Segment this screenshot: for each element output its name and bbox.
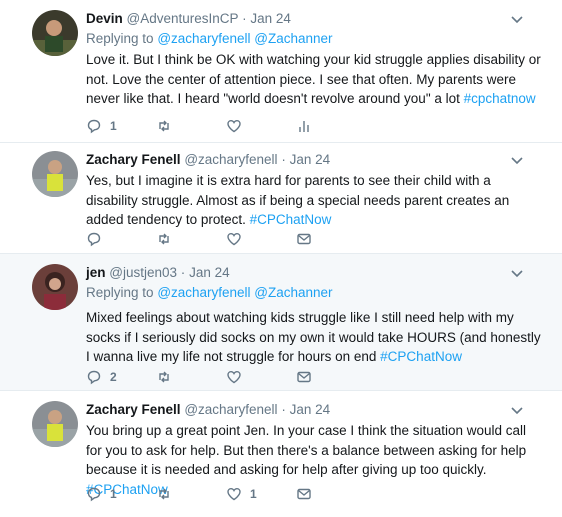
reply-button[interactable]: 1: [86, 118, 156, 134]
retweet-icon: [159, 371, 169, 383]
like-count: 1: [250, 487, 257, 501]
retweet-icon: [159, 488, 169, 500]
retweet-button[interactable]: [156, 486, 226, 502]
separator-dot: ·: [281, 152, 286, 167]
avatar[interactable]: [32, 151, 78, 197]
tweet[interactable]: Devin @AdventuresInCP · Jan 24 Replying …: [0, 0, 562, 143]
display-name[interactable]: Zachary Fenell: [86, 152, 181, 167]
hashtag-link[interactable]: #CPChatNow: [380, 349, 462, 364]
retweet-button[interactable]: [156, 231, 226, 247]
tweet[interactable]: Zachary Fenell @zacharyfenell · Jan 24 Y…: [0, 391, 562, 517]
display-name[interactable]: Zachary Fenell: [86, 402, 181, 417]
avatar[interactable]: [32, 10, 78, 56]
tweet-text: Mixed feelings about watching kids strug…: [86, 308, 542, 367]
tweet[interactable]: Zachary Fenell @zacharyfenell · Jan 24 Y…: [0, 143, 562, 254]
like-button[interactable]: [226, 369, 296, 385]
heart-icon: [227, 119, 241, 133]
retweet-icon: [159, 233, 169, 245]
display-name[interactable]: jen: [86, 265, 106, 280]
retweet-button[interactable]: [156, 118, 226, 134]
heart-icon: [227, 487, 241, 501]
reply-count: 1: [110, 487, 117, 501]
chevron-down-icon[interactable]: [510, 12, 524, 26]
replying-prefix: Replying to: [86, 285, 154, 300]
hashtag-link[interactable]: #cpchatnow: [464, 91, 536, 106]
timestamp[interactable]: Jan 24: [290, 152, 331, 167]
user-handle[interactable]: @zacharyfenell: [184, 152, 277, 167]
tweet-text: Love it. But I think be OK with watching…: [86, 50, 542, 109]
reply-icon: [87, 370, 101, 385]
chevron-down-icon[interactable]: [510, 403, 524, 417]
replying-to: Replying to @zacharyfenell @Zachanner: [86, 284, 542, 302]
analytics-button[interactable]: [296, 118, 366, 134]
tweet-header: Zachary Fenell @zacharyfenell · Jan 24: [86, 401, 542, 419]
replying-to-links[interactable]: @zacharyfenell @Zachanner: [157, 285, 332, 300]
direct-message-button[interactable]: [296, 231, 366, 247]
timestamp[interactable]: Jan 24: [189, 265, 230, 280]
chevron-down-icon[interactable]: [510, 153, 524, 167]
retweet-icon: [159, 120, 169, 132]
tweet-text: Yes, but I imagine it is extra hard for …: [86, 171, 542, 230]
like-button[interactable]: [226, 231, 296, 247]
reply-button[interactable]: 2: [86, 369, 156, 385]
user-handle[interactable]: @AdventuresInCP: [127, 11, 239, 26]
replying-to-links[interactable]: @zacharyfenell @Zachanner: [157, 31, 332, 46]
user-handle[interactable]: @zacharyfenell: [184, 402, 277, 417]
like-button[interactable]: 1: [226, 486, 296, 502]
reply-icon: [87, 487, 101, 502]
chevron-down-icon[interactable]: [510, 266, 524, 280]
separator-dot: ·: [180, 265, 186, 280]
tweet-text-body: You bring up a great point Jen. In your …: [86, 423, 527, 477]
avatar[interactable]: [32, 264, 78, 310]
message-icon: [297, 233, 311, 245]
reply-icon: [87, 119, 101, 134]
analytics-icon: [299, 121, 309, 132]
message-icon: [297, 488, 311, 500]
reply-count: 1: [110, 119, 117, 133]
timestamp[interactable]: Jan 24: [250, 11, 291, 26]
tweet[interactable]: jen @justjen03 · Jan 24 Replying to @zac…: [0, 254, 562, 391]
reply-count: 2: [110, 370, 117, 384]
tweet-text-body: Mixed feelings about watching kids strug…: [86, 310, 541, 364]
tweet-header: jen @justjen03 · Jan 24: [86, 264, 542, 282]
display-name[interactable]: Devin: [86, 11, 123, 26]
direct-message-button[interactable]: [296, 369, 366, 385]
timestamp[interactable]: Jan 24: [290, 402, 331, 417]
tweet-header: Devin @AdventuresInCP · Jan 24: [86, 10, 542, 28]
retweet-button[interactable]: [156, 369, 226, 385]
user-handle[interactable]: @justjen03: [109, 265, 177, 280]
direct-message-button[interactable]: [296, 486, 366, 502]
replying-prefix: Replying to: [86, 31, 154, 46]
separator-dot: ·: [281, 402, 286, 417]
reply-icon: [87, 232, 101, 247]
heart-icon: [227, 370, 241, 384]
timeline: Devin @AdventuresInCP · Jan 24 Replying …: [0, 0, 562, 517]
replying-to: Replying to @zacharyfenell @Zachanner: [86, 30, 542, 48]
message-icon: [297, 371, 311, 383]
avatar[interactable]: [32, 401, 78, 447]
reply-button[interactable]: [86, 231, 156, 247]
separator-dot: ·: [242, 11, 247, 26]
hashtag-link[interactable]: #CPChatNow: [250, 212, 332, 227]
heart-icon: [227, 232, 241, 246]
reply-button[interactable]: 1: [86, 486, 156, 502]
tweet-header: Zachary Fenell @zacharyfenell · Jan 24: [86, 151, 542, 169]
like-button[interactable]: [226, 118, 296, 134]
